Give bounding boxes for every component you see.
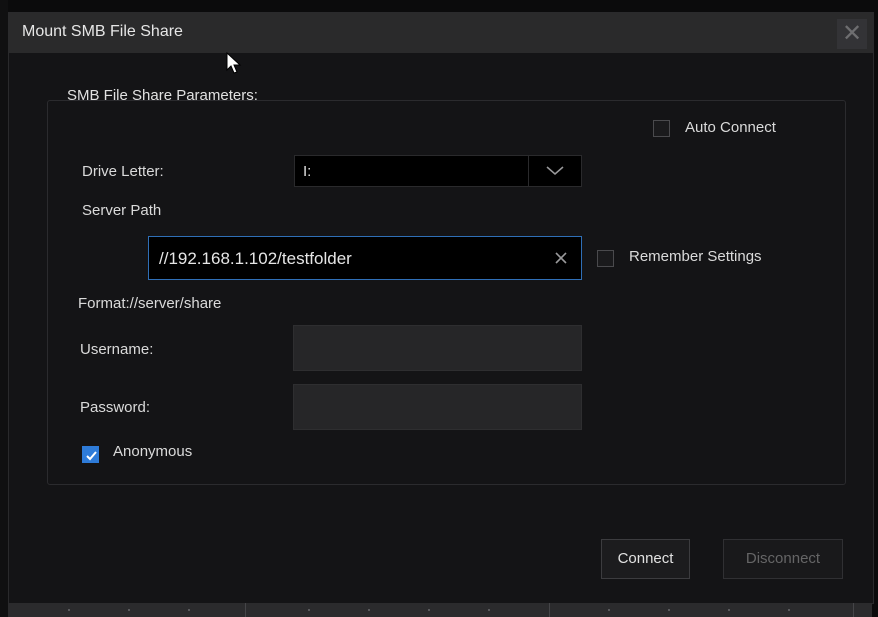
strip-dot xyxy=(788,609,790,611)
server-path-value: //192.168.1.102/testfolder xyxy=(159,249,352,268)
connect-button[interactable]: Connect xyxy=(601,539,690,579)
strip-divider xyxy=(549,603,550,617)
bottom-status-strip xyxy=(8,603,872,617)
strip-dot xyxy=(308,609,310,611)
server-path-input[interactable]: //192.168.1.102/testfolder xyxy=(148,236,582,280)
mount-smb-dialog: Mount SMB File Share ✕ SMB File Share Pa… xyxy=(8,12,874,604)
mouse-cursor-icon xyxy=(226,52,242,74)
remember-settings-label: Remember Settings xyxy=(629,248,762,265)
strip-divider xyxy=(853,603,854,617)
strip-dot xyxy=(428,609,430,611)
strip-divider xyxy=(245,603,246,617)
strip-dot xyxy=(668,609,670,611)
username-label: Username: xyxy=(80,341,154,358)
chevron-down-icon xyxy=(546,166,564,175)
strip-dot xyxy=(728,609,730,611)
close-button[interactable]: ✕ xyxy=(837,19,867,49)
strip-dot xyxy=(368,609,370,611)
drive-letter-value: I: xyxy=(303,163,312,180)
drive-letter-select[interactable]: I: xyxy=(294,155,582,187)
auto-connect-label: Auto Connect xyxy=(685,119,776,136)
close-icon: ✕ xyxy=(841,20,863,47)
strip-dot xyxy=(488,609,490,611)
drive-letter-dropdown-button[interactable] xyxy=(528,156,581,186)
disconnect-button[interactable]: Disconnect xyxy=(723,539,843,579)
password-input[interactable] xyxy=(293,384,582,430)
background-edge xyxy=(0,0,8,617)
remember-settings-checkbox[interactable] xyxy=(597,250,614,267)
format-hint: Format://server/share xyxy=(78,295,222,312)
dialog-title: Mount SMB File Share xyxy=(22,23,183,40)
clear-icon[interactable] xyxy=(553,250,569,266)
strip-dot xyxy=(128,609,130,611)
dialog-titlebar[interactable]: Mount SMB File Share ✕ xyxy=(9,13,873,53)
checkmark-icon xyxy=(86,451,97,461)
strip-dot xyxy=(608,609,610,611)
drive-letter-label: Drive Letter: xyxy=(82,163,164,180)
username-input[interactable] xyxy=(293,325,582,371)
anonymous-label: Anonymous xyxy=(113,443,193,460)
anonymous-checkbox[interactable] xyxy=(82,446,99,463)
strip-dot xyxy=(188,609,190,611)
server-path-label: Server Path xyxy=(82,202,162,219)
auto-connect-checkbox[interactable] xyxy=(653,120,670,137)
strip-dot xyxy=(68,609,70,611)
password-label: Password: xyxy=(80,399,151,416)
